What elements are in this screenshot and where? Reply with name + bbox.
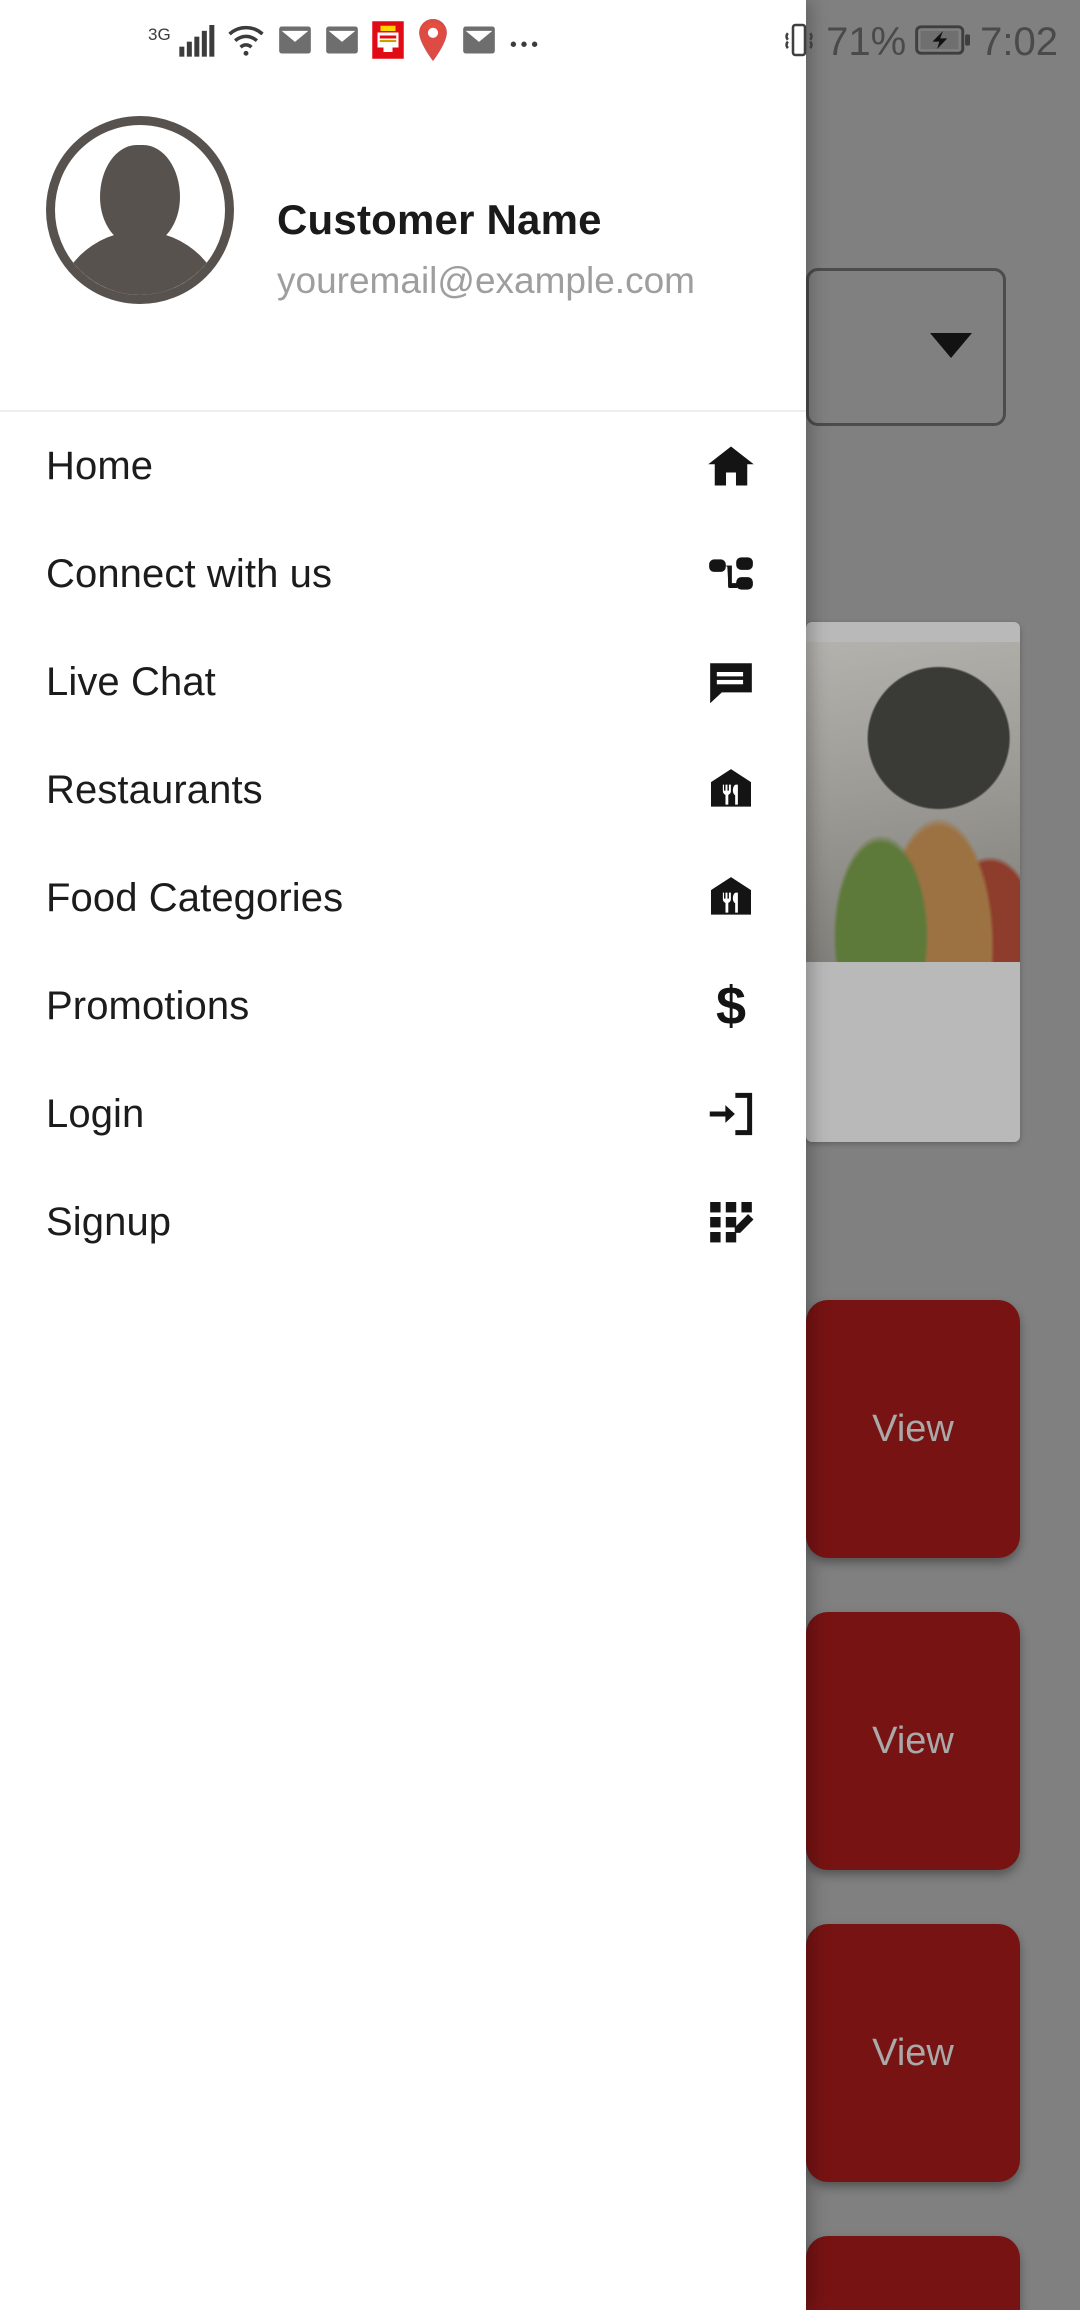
view-button[interactable]: View — [806, 1924, 1020, 2182]
menu-item-restaurants[interactable]: Restaurants — [0, 736, 806, 844]
view-button-label: View — [872, 2031, 954, 2074]
status-bar-left-icons: 3G — [148, 0, 541, 84]
red-app-icon — [370, 20, 406, 65]
menu-item-promotions[interactable]: Promotions $ — [0, 952, 806, 1060]
vibrate-icon — [781, 20, 817, 65]
menu-item-home[interactable]: Home — [0, 412, 806, 520]
menu-item-label: Food Categories — [46, 875, 344, 920]
menu-item-label: Live Chat — [46, 659, 216, 704]
menu-item-signup[interactable]: Signup — [0, 1168, 806, 1276]
menu-item-label: Promotions — [46, 983, 250, 1028]
login-arrow-icon — [702, 1085, 760, 1143]
network-type-label: 3G — [148, 25, 171, 44]
restaurant-house-icon — [702, 869, 760, 927]
view-button[interactable]: View — [806, 2236, 1020, 2310]
restaurant-house-icon — [702, 761, 760, 819]
wifi-icon — [225, 19, 267, 66]
avatar-head-shape — [100, 145, 180, 245]
account-tree-icon — [702, 545, 760, 603]
menu-item-login[interactable]: Login — [0, 1060, 806, 1168]
dollar-sign-icon: $ — [702, 977, 760, 1035]
chat-bubble-icon — [702, 653, 760, 711]
menu-item-label: Restaurants — [46, 767, 263, 812]
avatar-placeholder-icon[interactable] — [46, 116, 234, 304]
view-button[interactable]: View — [806, 1300, 1020, 1558]
clock-label: 7:02 — [980, 19, 1058, 64]
avatar-body-shape — [55, 231, 225, 295]
menu-item-label: Connect with us — [46, 551, 333, 596]
navigation-drawer: Customer Name youremail@example.com Home… — [0, 0, 806, 2310]
menu-item-label: Login — [46, 1091, 145, 1136]
view-button-label: View — [872, 1719, 954, 1762]
menu-item-label: Home — [46, 443, 154, 488]
signal-bars-icon — [176, 20, 216, 65]
food-photo — [806, 642, 1020, 962]
chevron-down-icon — [930, 333, 972, 358]
user-name: Customer Name — [277, 196, 602, 243]
mail-icon — [276, 21, 314, 64]
menu-item-food-categories[interactable]: Food Categories — [0, 844, 806, 952]
user-email: youremail@example.com — [277, 260, 695, 301]
home-icon — [702, 437, 760, 495]
status-bar: 3G 71% 7:02 — [0, 0, 1080, 84]
map-pin-icon — [415, 18, 451, 66]
view-button[interactable]: View — [806, 1612, 1020, 1870]
battery-percent-label: 71% — [826, 19, 907, 64]
dollar-glyph: $ — [715, 976, 747, 1036]
more-dots-icon — [507, 23, 541, 62]
background-restaurant-card[interactable]: sine ... soman — [806, 622, 1020, 1142]
mail-icon — [323, 21, 361, 64]
menu-item-live-chat[interactable]: Live Chat — [0, 628, 806, 736]
battery-charging-icon — [915, 23, 971, 62]
mail-icon — [460, 21, 498, 64]
menu-item-label: Signup — [46, 1199, 172, 1244]
background-dropdown-select[interactable] — [806, 268, 1006, 426]
app-screen: sine ... soman View View View View Custo… — [0, 0, 1080, 2310]
menu-item-connect-with-us[interactable]: Connect with us — [0, 520, 806, 628]
status-bar-right-icons: 71% 7:02 — [781, 0, 1058, 84]
view-button-label: View — [872, 1407, 954, 1450]
drawer-menu-list: Home Connect with us Live Chat Restauran… — [0, 412, 806, 1276]
signup-grid-edit-icon — [702, 1193, 760, 1251]
